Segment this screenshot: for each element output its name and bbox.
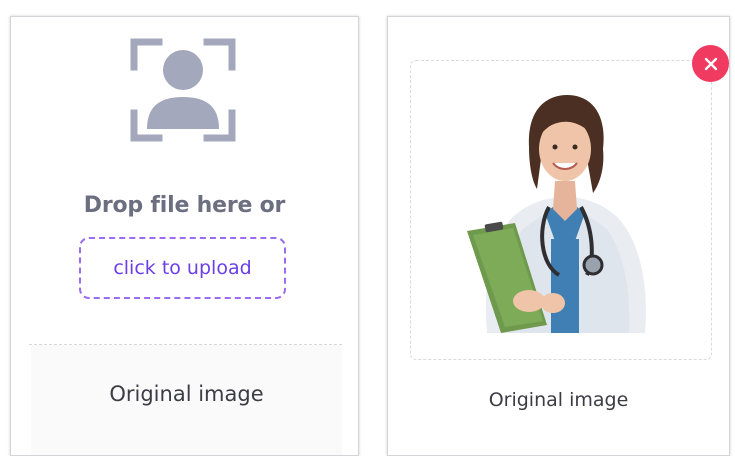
face-scan-icon (130, 38, 236, 142)
doctor-portrait-image (467, 95, 646, 333)
image-preview-frame (410, 60, 712, 360)
drop-instruction: Drop file here or (83, 193, 286, 218)
original-image-label: Original image (488, 389, 629, 411)
upload-card-footer: Original image (31, 345, 342, 455)
close-icon (704, 57, 717, 70)
original-image-label: Original image (109, 382, 264, 406)
remove-image-button[interactable] (692, 45, 729, 82)
upload-card[interactable]: Drop file here or click to upload Origin… (10, 16, 359, 456)
click-to-upload-button[interactable]: click to upload (79, 237, 286, 299)
preview-card: Original image (387, 16, 730, 456)
